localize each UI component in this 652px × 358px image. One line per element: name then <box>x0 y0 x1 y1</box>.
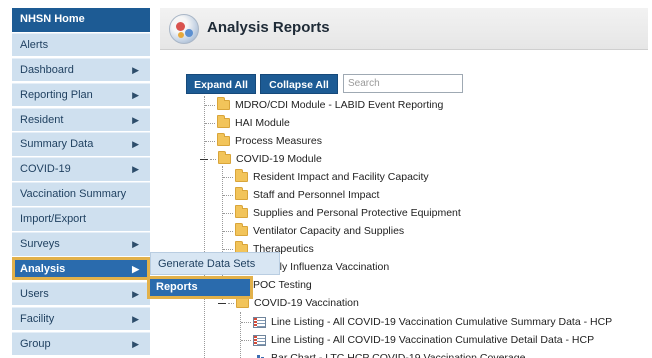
tree-node-label: Supplies and Personal Protective Equipme… <box>253 207 461 219</box>
tree-node-covid-19-module[interactable]: COVID-19 Module <box>200 150 322 168</box>
tree-node-label: Bar Chart - LTC HCP COVID-19 Vaccination… <box>271 352 526 358</box>
folder-icon <box>235 169 248 182</box>
tree-node-label: MDRO/CDI Module - LABID Event Reporting <box>235 99 444 111</box>
tree-node-label: Line Listing - All COVID-19 Vaccination … <box>271 334 595 346</box>
tree-node-staff-personnel[interactable]: Staff and Personnel Impact <box>223 186 379 204</box>
collapse-toggle-icon[interactable] <box>218 302 226 304</box>
tree-node-label: COVID-19 Module <box>236 153 322 165</box>
report-icon <box>253 316 266 328</box>
tree-node-label: Process Measures <box>235 135 322 147</box>
tree-node-label: Ventilator Capacity and Supplies <box>253 225 405 237</box>
tree-node-line-listing-summary[interactable]: Line Listing - All COVID-19 Vaccination … <box>241 313 612 331</box>
collapse-toggle-icon[interactable] <box>200 158 208 160</box>
tree-node-ventilator[interactable]: Ventilator Capacity and Supplies <box>223 222 404 240</box>
tree-node-mdro-cdi[interactable]: MDRO/CDI Module - LABID Event Reporting <box>205 96 443 114</box>
tree-node-label: Line Listing - All COVID-19 Vaccination … <box>271 316 613 328</box>
submenu-item-reports[interactable]: Reports <box>147 276 253 299</box>
folder-icon <box>217 115 230 128</box>
tree-node-label: Staff and Personnel Impact <box>253 189 380 201</box>
folder-icon <box>217 97 230 110</box>
tree-node-label: HAI Module <box>235 117 290 129</box>
analysis-submenu: Generate Data Sets Reports <box>147 252 280 299</box>
tree-node-process-measures[interactable]: Process Measures <box>205 132 322 150</box>
tree-node-hai-module[interactable]: HAI Module <box>205 114 290 132</box>
tree-node-supplies-ppe[interactable]: Supplies and Personal Protective Equipme… <box>223 204 461 222</box>
folder-open-icon <box>236 295 249 308</box>
report-tree: MDRO/CDI Module - LABID Event Reporting … <box>0 0 652 358</box>
tree-node-line-listing-detail[interactable]: Line Listing - All COVID-19 Vaccination … <box>241 331 594 349</box>
tree-node-bar-chart-coverage[interactable]: Bar Chart - LTC HCP COVID-19 Vaccination… <box>241 349 525 358</box>
submenu-item-generate-data-sets[interactable]: Generate Data Sets <box>150 252 280 275</box>
tree-node-resident-impact[interactable]: Resident Impact and Facility Capacity <box>223 168 429 186</box>
folder-icon <box>235 187 248 200</box>
report-icon <box>253 334 266 346</box>
tree-node-label: Resident Impact and Facility Capacity <box>253 171 429 183</box>
folder-icon <box>235 223 248 236</box>
folder-icon <box>235 205 248 218</box>
folder-icon <box>217 133 230 146</box>
folder-open-icon <box>218 151 231 164</box>
bar-chart-icon <box>253 353 266 358</box>
